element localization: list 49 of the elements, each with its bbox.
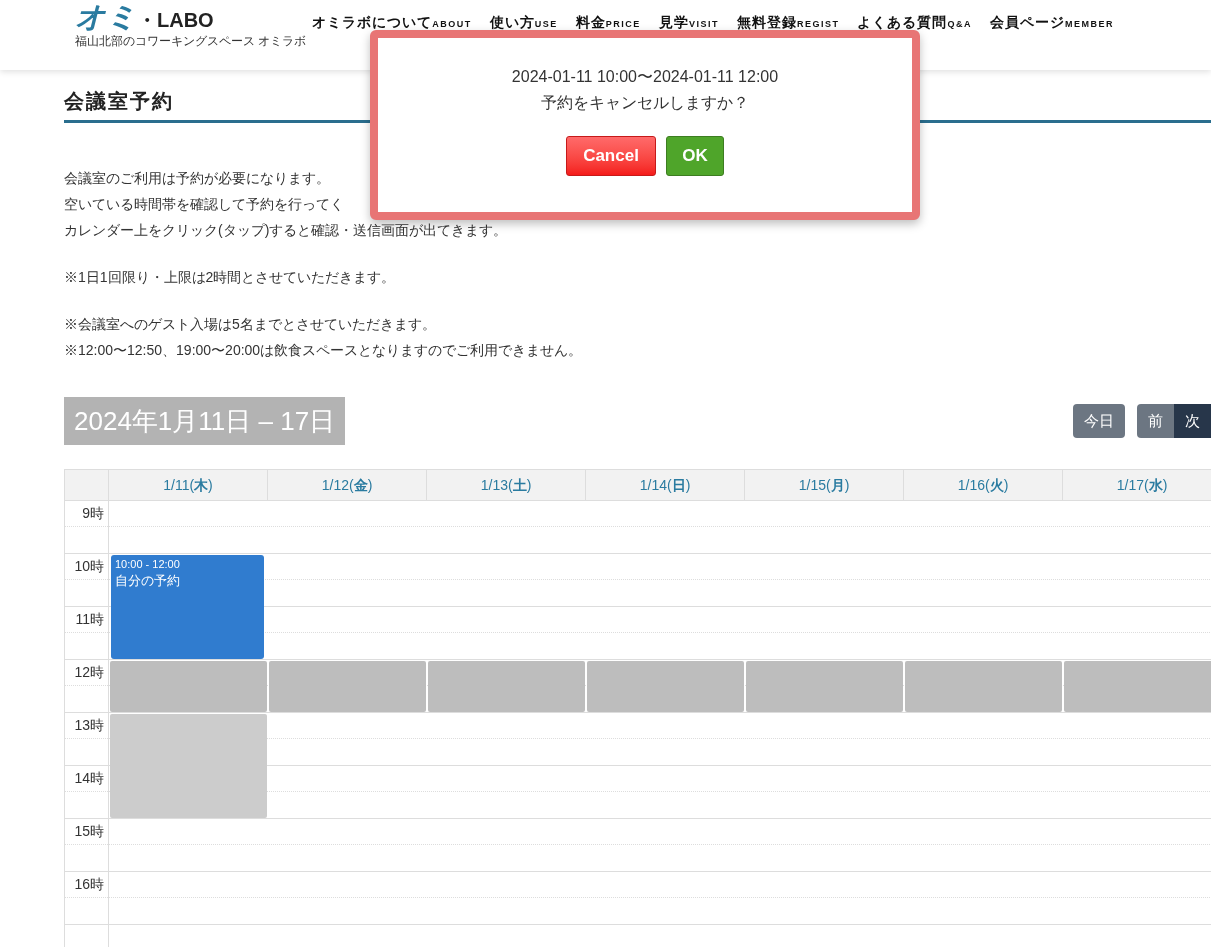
nav-link[interactable]: 使い方USE xyxy=(489,14,558,32)
unavailable-block[interactable] xyxy=(587,661,744,712)
nav-link[interactable]: オミラボについてABOUT xyxy=(312,14,472,32)
unavailable-block[interactable] xyxy=(269,661,426,712)
dialog-message: 予約をキャンセルしますか？ xyxy=(541,93,749,113)
next-button[interactable]: 次 xyxy=(1174,404,1211,438)
unavailable-block[interactable] xyxy=(428,661,585,712)
info-text: 会議室のご利用は予約が必要になります。 xyxy=(64,169,330,188)
nav-link[interactable]: 料金PRICE xyxy=(575,14,641,32)
hour-label: 14時 xyxy=(74,769,104,788)
unavailable-block[interactable] xyxy=(746,661,903,712)
unavailable-block[interactable] xyxy=(110,661,267,712)
hour-label: 15時 xyxy=(74,822,104,841)
info-text: カレンダー上をクリック(タップ)すると確認・送信画面が出てきます。 xyxy=(64,221,508,240)
hour-label: 11時 xyxy=(75,610,104,629)
hour-label: 10時 xyxy=(74,557,104,576)
nav-link[interactable]: 無料登録REGIST xyxy=(736,14,840,32)
event-title: 自分の予約 xyxy=(115,572,181,590)
logo-tagline: 福山北部のコワーキングスペース オミラボ xyxy=(75,34,307,48)
info-text: ※1日1回限り・上限は2時間とさせていただきます。 xyxy=(64,268,396,287)
hour-label: 12時 xyxy=(74,663,104,682)
nav-link[interactable]: 会員ページMEMBER xyxy=(989,14,1114,32)
info-text: ※12:00〜12:50、19:00〜20:00は飲食スペースとなりますのでご利用できません。 xyxy=(64,341,583,360)
info-text: 空いている時間帯を確認して予約を行ってく xyxy=(64,195,344,214)
day-header: 1/17(水) xyxy=(1116,475,1168,495)
day-header: 1/11(木) xyxy=(163,475,213,495)
reservation-event[interactable]: 10:00 - 12:00 自分の予約 xyxy=(111,555,264,659)
unavailable-block[interactable] xyxy=(905,661,1062,712)
day-header: 1/15(月) xyxy=(798,475,850,495)
nav-link[interactable]: よくある質問 Q&A xyxy=(857,14,972,32)
day-header: 1/16(火) xyxy=(957,475,1009,495)
hour-label: 16時 xyxy=(74,875,104,894)
logo-text[interactable]: ・LABO xyxy=(137,10,214,30)
nav-link[interactable]: 見学VISIT xyxy=(658,14,719,32)
dialog-message: 2024-01-11 10:00〜2024-01-11 12:00 xyxy=(511,67,779,87)
page-title: 会議室予約 xyxy=(64,89,174,114)
unavailable-block[interactable] xyxy=(110,714,267,818)
hour-label: 13時 xyxy=(74,716,104,735)
today-button[interactable]: 今日 xyxy=(1073,404,1125,438)
info-text: ※会議室へのゲスト入場は5名までとさせていただきます。 xyxy=(64,315,436,334)
unavailable-block[interactable] xyxy=(1064,661,1211,712)
hour-label: 9時 xyxy=(82,504,104,523)
date-range-title: 2024年1月11日 – 17日 xyxy=(64,397,346,445)
event-time: 10:00 - 12:00 xyxy=(115,557,181,572)
day-header: 1/14(日) xyxy=(639,475,691,495)
logo-mark[interactable]: オミ xyxy=(75,2,137,32)
prev-button[interactable]: 前 xyxy=(1137,404,1174,438)
day-header: 1/13(土) xyxy=(480,475,532,495)
day-header: 1/12(金) xyxy=(321,475,373,495)
